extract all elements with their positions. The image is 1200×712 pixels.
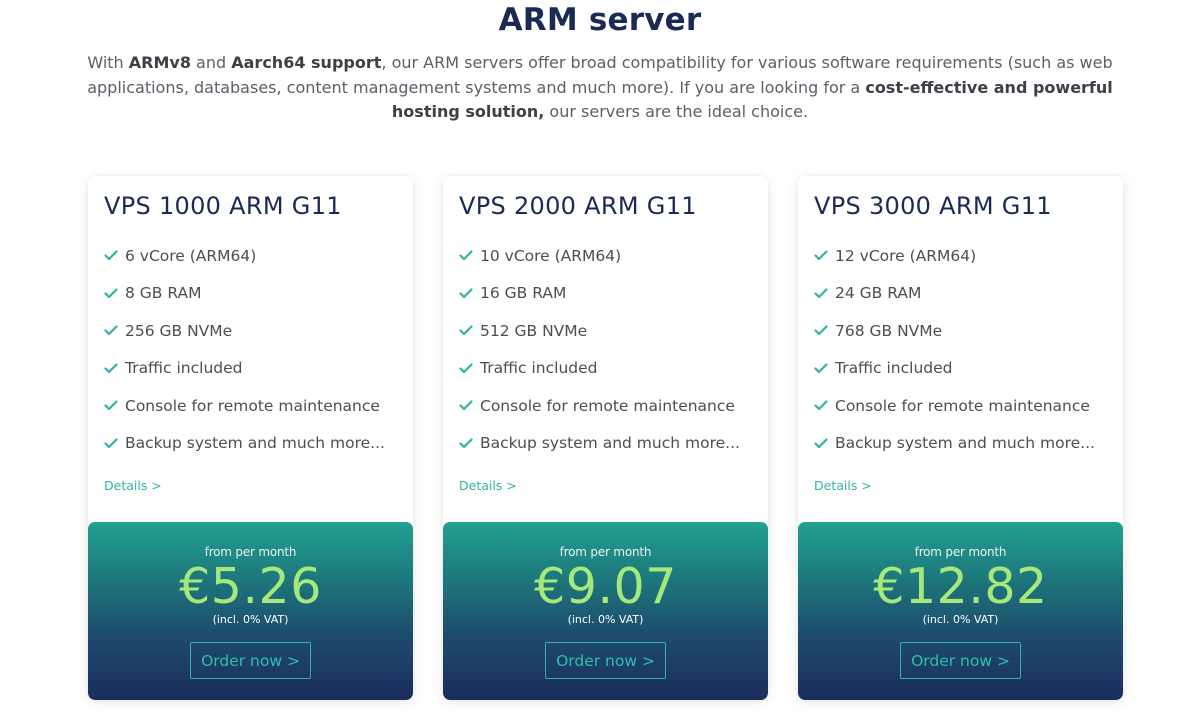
feature-label: 10 vCore (ARM64) bbox=[480, 246, 622, 265]
feature-item: Traffic included bbox=[814, 350, 1114, 388]
feature-label: 12 vCore (ARM64) bbox=[835, 246, 977, 265]
plan-name: VPS 1000 ARM G11 bbox=[104, 192, 342, 220]
feature-label: 6 vCore (ARM64) bbox=[125, 246, 257, 265]
check-icon bbox=[104, 358, 124, 378]
check-icon bbox=[459, 396, 479, 416]
feature-label: Backup system and much more... bbox=[835, 434, 1095, 453]
feature-item: Traffic included bbox=[104, 350, 404, 388]
feature-label: Traffic included bbox=[835, 359, 953, 378]
intro-bold-armv8: ARMv8 bbox=[128, 53, 191, 72]
feature-label: Traffic included bbox=[480, 359, 598, 378]
feature-label: Console for remote maintenance bbox=[125, 396, 380, 415]
price-panel: from per month €5.26 (incl. 0% VAT) Orde… bbox=[88, 522, 413, 700]
price-panel: from per month €12.82 (incl. 0% VAT) Ord… bbox=[798, 522, 1123, 700]
price-value: €12.82 bbox=[873, 558, 1048, 615]
feature-list: 6 vCore (ARM64) 8 GB RAM 256 GB NVMe Tra… bbox=[104, 237, 404, 462]
check-icon bbox=[814, 246, 834, 266]
check-icon bbox=[814, 321, 834, 341]
plan-card-vps-3000: VPS 3000 ARM G11 12 vCore (ARM64) 24 GB … bbox=[798, 176, 1123, 700]
intro-text-4: our servers are the ideal choice. bbox=[544, 102, 809, 121]
check-icon bbox=[104, 396, 124, 416]
feature-label: Console for remote maintenance bbox=[480, 396, 735, 415]
intro-text-1: With bbox=[87, 53, 129, 72]
feature-item: Backup system and much more... bbox=[814, 425, 1114, 463]
feature-label: Console for remote maintenance bbox=[835, 396, 1090, 415]
feature-label: 8 GB RAM bbox=[125, 284, 202, 303]
feature-list: 10 vCore (ARM64) 16 GB RAM 512 GB NVMe T… bbox=[459, 237, 759, 462]
check-icon bbox=[459, 283, 479, 303]
order-now-button[interactable]: Order now > bbox=[545, 642, 666, 679]
feature-item: Backup system and much more... bbox=[104, 425, 404, 463]
price-from-label: from per month bbox=[914, 545, 1007, 559]
price-value: €9.07 bbox=[534, 558, 677, 615]
feature-item: Traffic included bbox=[459, 350, 759, 388]
feature-item: 12 vCore (ARM64) bbox=[814, 237, 1114, 275]
feature-item: 16 GB RAM bbox=[459, 275, 759, 313]
details-link[interactable]: Details > bbox=[814, 478, 872, 493]
vat-note: (incl. 0% VAT) bbox=[212, 613, 289, 626]
intro-paragraph: With ARMv8 and Aarch64 support, our ARM … bbox=[80, 51, 1120, 125]
order-now-button[interactable]: Order now > bbox=[900, 642, 1021, 679]
plan-card-vps-1000: VPS 1000 ARM G11 6 vCore (ARM64) 8 GB RA… bbox=[88, 176, 413, 700]
feature-label: 24 GB RAM bbox=[835, 284, 922, 303]
vat-note: (incl. 0% VAT) bbox=[567, 613, 644, 626]
feature-item: Backup system and much more... bbox=[459, 425, 759, 463]
page: ARM server With ARMv8 and Aarch64 suppor… bbox=[0, 0, 1200, 712]
check-icon bbox=[814, 358, 834, 378]
intro-text-2: and bbox=[190, 53, 232, 72]
check-icon bbox=[104, 321, 124, 341]
feature-item: 512 GB NVMe bbox=[459, 312, 759, 350]
check-icon bbox=[814, 396, 834, 416]
feature-item: 6 vCore (ARM64) bbox=[104, 237, 404, 275]
feature-label: Traffic included bbox=[125, 359, 243, 378]
feature-item: 8 GB RAM bbox=[104, 275, 404, 313]
feature-item: 256 GB NVMe bbox=[104, 312, 404, 350]
plan-name: VPS 3000 ARM G11 bbox=[814, 192, 1052, 220]
feature-label: 16 GB RAM bbox=[480, 284, 567, 303]
details-link[interactable]: Details > bbox=[459, 478, 517, 493]
feature-item: 768 GB NVMe bbox=[814, 312, 1114, 350]
feature-item: Console for remote maintenance bbox=[814, 387, 1114, 425]
check-icon bbox=[459, 246, 479, 266]
check-icon bbox=[459, 321, 479, 341]
feature-item: Console for remote maintenance bbox=[104, 387, 404, 425]
check-icon bbox=[814, 433, 834, 453]
check-icon bbox=[459, 433, 479, 453]
price-from-label: from per month bbox=[204, 545, 297, 559]
check-icon bbox=[104, 283, 124, 303]
feature-list: 12 vCore (ARM64) 24 GB RAM 768 GB NVMe T… bbox=[814, 237, 1114, 462]
feature-label: 256 GB NVMe bbox=[125, 321, 233, 340]
vat-note: (incl. 0% VAT) bbox=[922, 613, 999, 626]
check-icon bbox=[104, 246, 124, 266]
page-title: ARM server bbox=[498, 2, 702, 38]
feature-label: 768 GB NVMe bbox=[835, 321, 943, 340]
details-link[interactable]: Details > bbox=[104, 478, 162, 493]
price-panel: from per month €9.07 (incl. 0% VAT) Orde… bbox=[443, 522, 768, 700]
price-value: €5.26 bbox=[179, 558, 322, 615]
plan-name: VPS 2000 ARM G11 bbox=[459, 192, 697, 220]
feature-label: Backup system and much more... bbox=[480, 434, 740, 453]
check-icon bbox=[814, 283, 834, 303]
check-icon bbox=[459, 358, 479, 378]
order-now-button[interactable]: Order now > bbox=[190, 642, 311, 679]
feature-label: Backup system and much more... bbox=[125, 434, 385, 453]
feature-item: Console for remote maintenance bbox=[459, 387, 759, 425]
check-icon bbox=[104, 433, 124, 453]
feature-item: 24 GB RAM bbox=[814, 275, 1114, 313]
feature-item: 10 vCore (ARM64) bbox=[459, 237, 759, 275]
feature-label: 512 GB NVMe bbox=[480, 321, 588, 340]
intro-bold-aarch64: Aarch64 support bbox=[231, 53, 382, 72]
price-from-label: from per month bbox=[559, 545, 652, 559]
plan-card-vps-2000: VPS 2000 ARM G11 10 vCore (ARM64) 16 GB … bbox=[443, 176, 768, 700]
